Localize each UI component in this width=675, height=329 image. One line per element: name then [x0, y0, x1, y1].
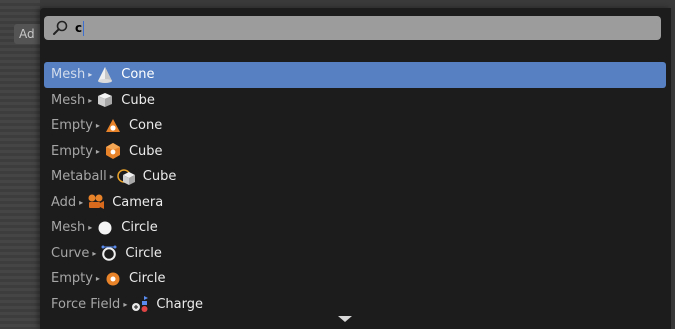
breadcrumb-arrow-icon: ▸	[95, 146, 100, 156]
result-name: Circle	[125, 245, 162, 261]
metaball-cube-icon	[117, 168, 137, 186]
mesh-circle-icon	[95, 219, 115, 237]
result-category: Add	[51, 194, 77, 210]
breadcrumb-arrow-icon: ▸	[88, 95, 93, 105]
result-item[interactable]: Force Field ▸ Charge	[44, 292, 666, 318]
breadcrumb-arrow-icon: ▸	[88, 70, 93, 80]
result-category: Metaball	[51, 169, 107, 185]
result-item[interactable]: Add ▸ Camera	[44, 190, 666, 216]
search-icon	[49, 17, 71, 39]
result-name: Circle	[121, 220, 158, 236]
breadcrumb-arrow-icon: ▸	[109, 172, 114, 182]
result-name: Circle	[128, 271, 166, 287]
result-item[interactable]: Empty ▸ Circle	[44, 266, 666, 292]
breadcrumb-arrow-icon: ▸	[95, 274, 100, 284]
search-field[interactable]: c	[44, 16, 661, 40]
breadcrumb-arrow-icon: ▸	[123, 299, 128, 309]
result-name: Charge	[156, 296, 203, 312]
result-item[interactable]: Mesh ▸ Cube	[44, 88, 666, 114]
result-item[interactable]: Metaball ▸ Cube	[44, 164, 666, 190]
camera-icon	[86, 193, 106, 211]
force-field-charge-icon	[130, 295, 150, 313]
result-item[interactable]: Mesh ▸ Cone	[44, 62, 666, 88]
result-category: Empty	[51, 143, 93, 159]
result-item[interactable]: Curve ▸ Circle	[44, 241, 666, 267]
empty-cone-icon	[103, 117, 123, 135]
curve-circle-icon	[99, 244, 119, 262]
result-category: Empty	[51, 271, 93, 287]
result-name: Cube	[121, 92, 155, 108]
empty-cube-icon	[103, 142, 123, 160]
result-category: Mesh	[51, 67, 86, 83]
result-category: Mesh	[51, 220, 86, 236]
scroll-down-arrow-icon[interactable]	[338, 316, 352, 322]
search-results-list: Mesh ▸ Cone Mesh ▸ Cube Empty ▸ Cone Emp…	[44, 62, 666, 317]
result-item[interactable]: Empty ▸ Cone	[44, 113, 666, 139]
mesh-cube-icon	[95, 91, 115, 109]
search-input[interactable]: c	[75, 21, 82, 35]
breadcrumb-arrow-icon: ▸	[95, 121, 100, 131]
text-caret	[83, 20, 85, 36]
mesh-cone-icon	[95, 66, 115, 84]
search-menu: c Mesh ▸ Cone Mesh ▸ Cube Empty ▸ Cone E…	[40, 8, 671, 329]
editor-background	[0, 0, 40, 329]
result-category: Empty	[51, 118, 93, 134]
result-item[interactable]: Empty ▸ Cube	[44, 139, 666, 165]
result-name: Cube	[128, 143, 163, 159]
result-category: Curve	[51, 245, 90, 261]
result-name: Cube	[142, 169, 177, 185]
result-name: Cone	[128, 118, 163, 134]
result-item[interactable]: Mesh ▸ Circle	[44, 215, 666, 241]
breadcrumb-arrow-icon: ▸	[79, 197, 84, 207]
breadcrumb-arrow-icon: ▸	[88, 223, 93, 233]
empty-circle-icon	[103, 270, 123, 288]
result-category: Mesh	[51, 92, 86, 108]
result-name: Camera	[112, 194, 164, 210]
breadcrumb-arrow-icon: ▸	[92, 248, 97, 258]
result-category: Force Field	[51, 296, 121, 312]
result-name: Cone	[121, 67, 155, 83]
